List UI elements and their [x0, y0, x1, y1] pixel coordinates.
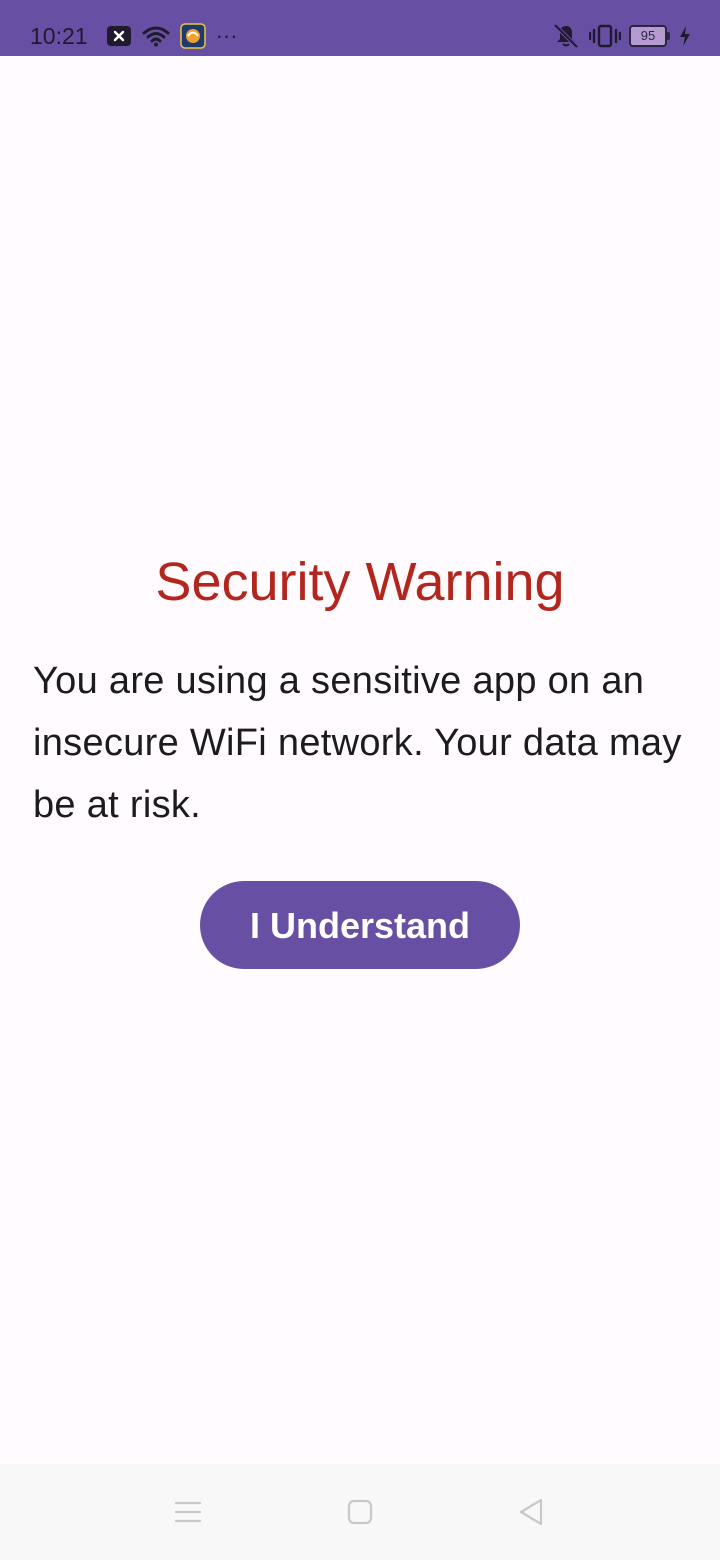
menu-button[interactable] [164, 1488, 212, 1536]
close-notification-icon [106, 25, 132, 47]
status-time: 10:21 [30, 22, 88, 49]
wifi-icon [142, 25, 170, 47]
overflow-indicator: ··· [215, 23, 238, 48]
back-icon [518, 1498, 544, 1526]
back-button[interactable] [507, 1488, 555, 1536]
app-notification-icon [179, 23, 206, 49]
status-bar: 10:21 ··· 95 [0, 0, 720, 56]
dialog-title: Security Warning [155, 552, 565, 612]
understand-button[interactable]: I Understand [200, 881, 520, 969]
menu-icon [174, 1500, 202, 1524]
battery-level: 95 [629, 25, 667, 47]
dialog-message: You are using a sensitive app on an inse… [33, 660, 682, 826]
charging-icon [678, 25, 692, 47]
vibrate-icon [589, 23, 621, 49]
vibrate-mute-icon [551, 23, 581, 49]
battery-tip [667, 32, 670, 40]
home-icon [347, 1499, 373, 1525]
home-button[interactable] [336, 1488, 384, 1536]
navigation-bar [0, 1464, 720, 1560]
battery-icon: 95 [629, 25, 670, 47]
main-content: Security Warning You are using a sensiti… [0, 56, 720, 1464]
